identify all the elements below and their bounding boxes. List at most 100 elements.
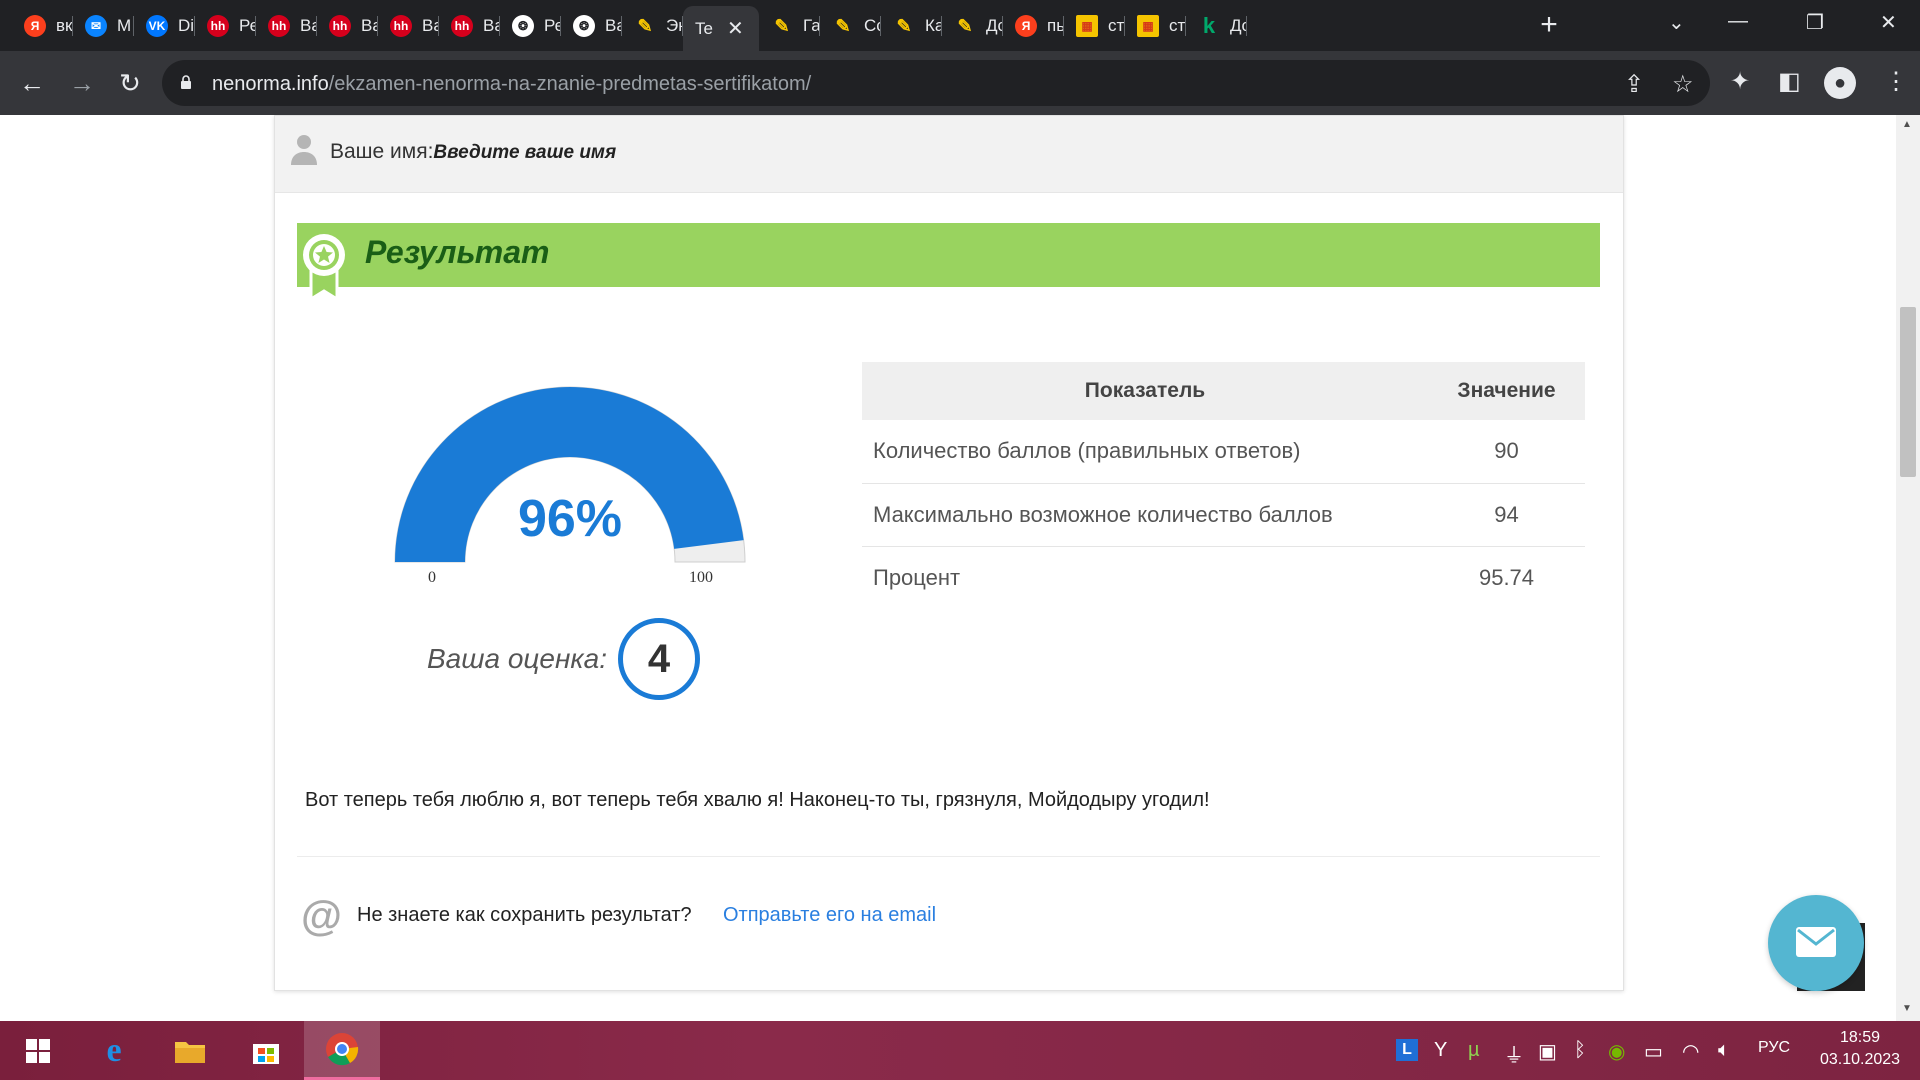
bookmark-star-icon[interactable]: ☆ — [1672, 70, 1694, 99]
yandex-icon: Я — [1015, 15, 1037, 37]
save-question: Не знаете как сохранить результат? — [357, 904, 692, 926]
address-bar[interactable]: nenorma.info/ekzamen-nenorma-na-znanie-p… — [162, 60, 1710, 106]
tray-monitor-icon[interactable]: ▣ — [1538, 1039, 1557, 1064]
tab-title: Ва — [300, 16, 317, 35]
share-icon[interactable]: ⇪ — [1624, 70, 1644, 99]
gauge-min-label: 0 — [428, 569, 436, 586]
minimize-button[interactable]: — — [1728, 10, 1748, 33]
tray-l-icon[interactable]: L — [1396, 1039, 1418, 1061]
taskbar-chrome[interactable] — [304, 1021, 380, 1080]
browser-tab[interactable]: Явк — [12, 8, 73, 44]
tray-utorrent-icon[interactable]: µ — [1468, 1039, 1480, 1062]
tab-title: Дс — [1230, 16, 1247, 35]
menu-kebab-icon[interactable]: ⋮ — [1884, 67, 1908, 96]
tab-title: Ре — [544, 16, 561, 35]
browser-tab[interactable]: ❂ Ре — [500, 8, 561, 44]
vk-icon: VK — [146, 15, 168, 37]
reload-button[interactable]: ↻ — [112, 65, 148, 101]
browser-tab[interactable]: ▦ ст — [1064, 8, 1125, 44]
k-icon: k — [1202, 13, 1216, 38]
tab-title: Ва — [483, 16, 500, 35]
tray-battery-icon[interactable]: ▭ — [1644, 1039, 1663, 1064]
table-cell-value: 94 — [1428, 483, 1585, 547]
result-title: Результат — [365, 234, 550, 270]
new-tab-button[interactable]: + — [1534, 10, 1564, 40]
send-email-link[interactable]: Отправьте его на email — [723, 904, 936, 927]
column-header-indicator: Показатель — [862, 362, 1428, 420]
back-button[interactable]: ← — [14, 65, 50, 101]
tray-volume-icon[interactable]: 🔈︎ — [1718, 1039, 1730, 1062]
table-row: Количество баллов (правильных ответов) 9… — [862, 420, 1585, 484]
chrome-icon — [326, 1033, 359, 1066]
clock-date: 03.10.2023 — [1819, 1051, 1901, 1068]
page-scrollbar[interactable]: ▲ ▼ — [1896, 115, 1920, 1021]
tab-title: вк — [56, 16, 73, 35]
page-viewport: Ваше имя:Введите ваше имя Результат 96% … — [0, 115, 1920, 1021]
browser-tab[interactable]: ✉ М — [73, 8, 134, 44]
lock-icon — [181, 75, 191, 89]
tab-title: ст — [1108, 16, 1125, 35]
tab-title: Ва — [361, 16, 378, 35]
hh-icon: hh — [268, 15, 290, 37]
browser-tab[interactable]: ✎ Га — [759, 8, 820, 44]
table-cell-value: 90 — [1428, 420, 1585, 484]
browser-tab[interactable]: VK Di — [134, 8, 195, 44]
start-button[interactable] — [0, 1021, 76, 1080]
tab-title: пь — [1047, 16, 1064, 35]
tab-title: Di — [178, 16, 195, 35]
profile-avatar[interactable]: ● — [1824, 67, 1856, 99]
image-icon: ▦ — [1076, 15, 1098, 37]
tab-close-icon[interactable]: ✕ — [727, 16, 744, 41]
scroll-up-arrow-icon[interactable]: ▲ — [1902, 119, 1912, 130]
name-value[interactable]: Введите ваше имя — [433, 142, 616, 163]
scroll-down-arrow-icon[interactable]: ▼ — [1902, 1003, 1912, 1014]
extensions-icon[interactable]: ✦ — [1730, 67, 1750, 96]
restore-button[interactable]: ❐ — [1806, 10, 1824, 35]
clock[interactable]: 18:59 03.10.2023 — [1812, 1027, 1908, 1071]
browser-tab[interactable]: ✎ Эн — [622, 8, 683, 44]
tray-yandex-icon[interactable]: Y — [1434, 1039, 1447, 1062]
side-panel-icon[interactable]: ◧ — [1778, 67, 1801, 96]
browser-tab[interactable]: ❂ Ва — [561, 8, 622, 44]
windows-logo-icon — [26, 1038, 50, 1063]
result-header: Результат — [297, 223, 1600, 301]
tray-usb-icon[interactable]: ⏚ — [1504, 1039, 1524, 1068]
browser-tab[interactable]: hh Ре — [195, 8, 256, 44]
tab-title: Ва — [605, 16, 622, 35]
results-table: Показатель Значение Количество баллов (п… — [862, 362, 1585, 609]
name-field[interactable]: Ваше имя:Введите ваше имя — [330, 140, 616, 164]
scrollbar-thumb[interactable] — [1900, 307, 1916, 477]
email-widget-button[interactable] — [1768, 895, 1864, 991]
browser-tab[interactable]: hh Ва — [317, 8, 378, 44]
taskbar-explorer[interactable] — [152, 1021, 228, 1080]
language-indicator[interactable]: РУС — [1758, 1039, 1790, 1057]
result-message: Вот теперь тебя люблю я, вот теперь тебя… — [305, 789, 1210, 811]
tab-title: Ка — [925, 16, 942, 35]
tab-strip: Явк ✉ М VK Di hh Ре hh Ва hh Ва hh Ва hh Ва ❂ Ре ❂ Ва ✎ Эн Te… — [0, 0, 1920, 51]
tab-search-icon[interactable]: ⌄ — [1668, 10, 1685, 35]
taskbar-store[interactable] — [228, 1021, 304, 1080]
result-card: Ваше имя:Введите ваше имя Результат 96% … — [274, 115, 1624, 991]
url-text: nenorma.info/ekzamen-nenorma-na-znanie-p… — [212, 73, 811, 96]
hh-icon: hh — [329, 15, 351, 37]
close-window-button[interactable]: ✕ — [1880, 10, 1897, 35]
taskbar-edge[interactable]: e — [76, 1021, 152, 1080]
browser-tab[interactable]: Te ✕ — [683, 6, 759, 51]
clock-time: 18:59 — [1839, 1029, 1881, 1046]
browser-tab[interactable]: Япь — [1003, 8, 1064, 44]
forward-button[interactable]: → — [64, 65, 100, 101]
browser-tab[interactable]: ✎ Сс — [820, 8, 881, 44]
browser-tab[interactable]: k Дс — [1186, 8, 1247, 44]
browser-tab[interactable]: ✎ Дс — [942, 8, 1003, 44]
tray-wifi-icon[interactable]: ◠ — [1682, 1039, 1699, 1064]
tab-title: Te — [695, 18, 713, 38]
tray-nvidia-icon[interactable]: ◉ — [1608, 1039, 1625, 1064]
folder-icon — [175, 1041, 205, 1063]
browser-tab[interactable]: hh Ва — [439, 8, 500, 44]
browser-tab[interactable]: ▦ ст — [1125, 8, 1186, 44]
table-cell-value: 95.74 — [1478, 564, 1535, 590]
browser-tab[interactable]: hh Ва — [378, 8, 439, 44]
browser-tab[interactable]: hh Ва — [256, 8, 317, 44]
browser-tab[interactable]: ✎ Ка — [881, 8, 942, 44]
tray-bluetooth-icon[interactable]: ᛒ — [1574, 1039, 1586, 1062]
